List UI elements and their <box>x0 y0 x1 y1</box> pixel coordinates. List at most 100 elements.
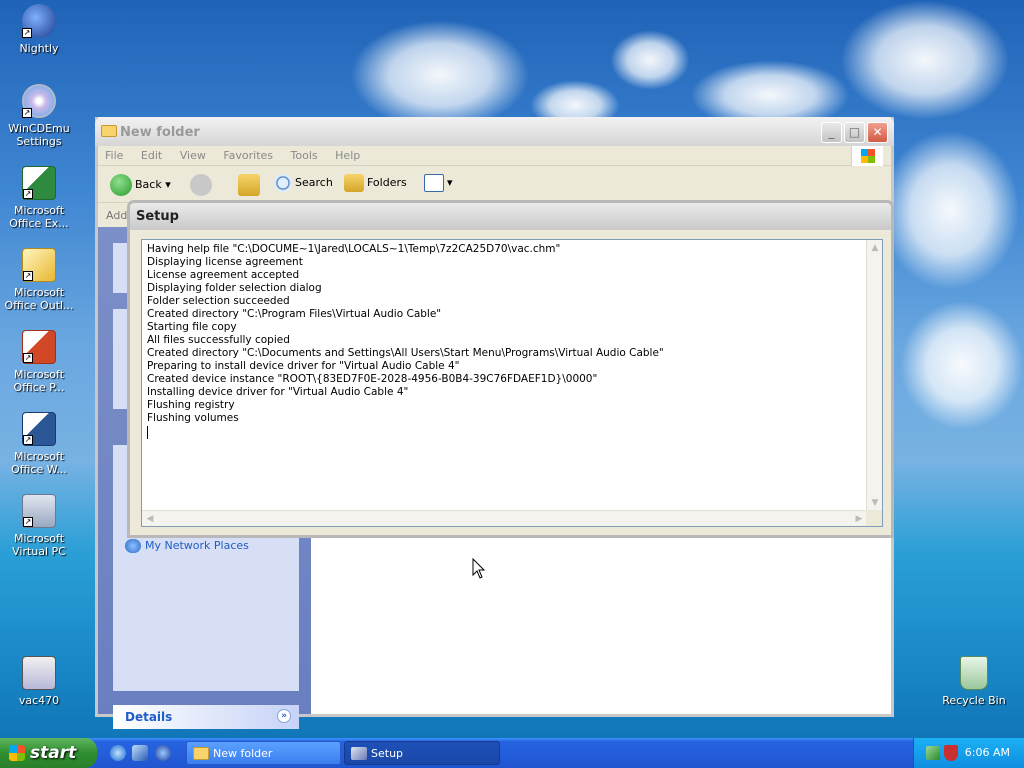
explorer-title-bar[interactable]: New folder _ □ ✕ <box>95 117 894 146</box>
explorer-title: New folder <box>120 125 200 140</box>
desktop-icon-wincdemu[interactable]: ↗ WinCDEmu Settings <box>1 84 77 148</box>
log-line: Displaying folder selection dialog <box>147 282 322 294</box>
clock[interactable]: 6:06 AM <box>965 746 1010 759</box>
media-player-quicklaunch-icon[interactable] <box>155 745 171 761</box>
desktop-icon-vac470[interactable]: vac470 <box>1 656 77 707</box>
minimize-button[interactable]: _ <box>821 122 842 143</box>
log-line: Created directory "C:\Documents and Sett… <box>147 347 664 359</box>
desktop-icon-label: Microsoft <box>13 286 65 299</box>
windows-logo-icon <box>851 146 883 166</box>
log-line: Having help file "C:\DOCUME~1\Jared\LOCA… <box>147 243 561 255</box>
vertical-scrollbar[interactable]: ▲ ▼ <box>866 240 882 511</box>
log-line: License agreement accepted <box>147 269 300 281</box>
menu-tools[interactable]: Tools <box>284 146 325 165</box>
network-tray-icon[interactable] <box>926 746 940 760</box>
desktop-icon-label: Microsoft <box>13 368 65 381</box>
back-label: Back <box>135 178 162 191</box>
desktop-icon-word[interactable]: ↗ Microsoft Office W... <box>1 412 77 476</box>
show-desktop-quicklaunch-icon[interactable] <box>132 745 148 761</box>
taskbar: start New folder Setup 6:06 AM <box>0 738 1024 768</box>
log-line: Created device instance "ROOT\{83ED7F0E-… <box>147 373 598 385</box>
log-lines: Having help file "C:\DOCUME~1\Jared\LOCA… <box>147 243 865 511</box>
desktop-icon-label: Microsoft <box>13 450 65 463</box>
maximize-button[interactable]: □ <box>844 122 865 143</box>
system-tray: 6:06 AM <box>913 738 1024 768</box>
folder-icon <box>101 125 117 137</box>
computer-icon: ↗ <box>22 494 56 528</box>
scroll-left-icon[interactable]: ◀ <box>142 511 158 527</box>
folder-icon <box>193 747 209 760</box>
folders-icon <box>344 174 364 192</box>
scroll-down-icon[interactable]: ▼ <box>867 495 883 511</box>
log-line: Starting file copy <box>147 321 237 333</box>
up-folder-button[interactable] <box>238 174 263 196</box>
network-icon <box>125 539 141 553</box>
desktop-icon-label: Microsoft <box>13 204 65 217</box>
start-button[interactable]: start <box>0 738 97 768</box>
scroll-up-icon[interactable]: ▲ <box>867 240 883 256</box>
desktop-icon-virtual-pc[interactable]: ↗ Microsoft Virtual PC <box>1 494 77 558</box>
menu-help[interactable]: Help <box>328 146 367 165</box>
desktop-icon-powerpoint[interactable]: ↗ Microsoft Office P... <box>1 330 77 394</box>
desktop-icon-nightly[interactable]: ↗ Nightly <box>1 4 77 55</box>
taskbar-item-new-folder[interactable]: New folder <box>186 741 341 765</box>
forward-arrow-icon <box>190 174 212 196</box>
network-places-label: My Network Places <box>145 539 249 552</box>
details-panel-header[interactable]: Details » <box>113 705 299 729</box>
powerpoint-icon: ↗ <box>22 330 56 364</box>
close-button[interactable]: ✕ <box>867 122 888 143</box>
setup-log[interactable]: Having help file "C:\DOCUME~1\Jared\LOCA… <box>141 239 883 527</box>
views-icon <box>424 174 444 192</box>
desktop-icon-label: Office Outl... <box>4 299 74 312</box>
desktop-icon-label: Office Ex... <box>9 217 69 230</box>
taskbar-item-label: Setup <box>371 747 404 760</box>
forward-button[interactable] <box>190 174 215 196</box>
word-icon: ↗ <box>22 412 56 446</box>
desktop-icon-label: Settings <box>16 135 62 148</box>
taskbar-item-setup[interactable]: Setup <box>344 741 500 765</box>
details-label: Details <box>125 710 173 724</box>
search-button[interactable]: Search <box>274 174 333 192</box>
cloud <box>610 30 690 90</box>
toolbar: Back ▾ Search Folders ▾ <box>98 167 891 203</box>
desktop-icon-label: Office W... <box>11 463 67 476</box>
scroll-right-icon[interactable]: ▶ <box>851 511 867 527</box>
menu-edit[interactable]: Edit <box>134 146 169 165</box>
desktop-icon-outlook[interactable]: ↗ Microsoft Office Outl... <box>1 248 77 312</box>
log-line: Displaying license agreement <box>147 256 303 268</box>
log-line: Created directory "C:\Program Files\Virt… <box>147 308 442 320</box>
menu-bar: File Edit View Favorites Tools Help <box>98 146 891 166</box>
mouse-cursor-icon <box>472 558 486 579</box>
horizontal-scrollbar[interactable]: ◀ ▶ <box>142 510 867 526</box>
folders-button[interactable]: Folders <box>344 174 407 192</box>
setup-title-bar[interactable]: Setup <box>130 203 891 230</box>
menu-favorites[interactable]: Favorites <box>216 146 280 165</box>
desktop-icon-recycle-bin[interactable]: Recycle Bin <box>936 656 1012 707</box>
views-button[interactable]: ▾ <box>424 174 453 192</box>
scrollbar-corner <box>866 510 882 526</box>
cloud <box>840 0 1010 120</box>
menu-view[interactable]: View <box>173 146 213 165</box>
setup-dialog: Setup Having help file "C:\DOCUME~1\Jare… <box>127 200 894 538</box>
firefox-nightly-icon: ↗ <box>22 4 56 38</box>
outlook-icon: ↗ <box>22 248 56 282</box>
desktop-icon-label: Office P... <box>13 381 65 394</box>
ie-quicklaunch-icon[interactable] <box>110 745 126 761</box>
desktop-icon-excel[interactable]: ↗ Microsoft Office Ex... <box>1 166 77 230</box>
back-arrow-icon <box>110 174 132 196</box>
text-caret <box>147 426 148 439</box>
back-button[interactable]: Back ▾ <box>110 174 171 196</box>
desktop-icon-label: vac470 <box>18 694 60 707</box>
archive-icon <box>22 656 56 690</box>
log-line: Installing device driver for "Virtual Au… <box>147 386 409 398</box>
cloud <box>350 20 530 130</box>
log-line: All files successfully copied <box>147 334 290 346</box>
chevron-down-icon[interactable]: » <box>277 709 291 723</box>
log-line: Preparing to install device driver for "… <box>147 360 460 372</box>
desktop-icon-label: Virtual PC <box>12 545 66 558</box>
menu-file[interactable]: File <box>98 146 130 165</box>
desktop-icon-label: WinCDEmu <box>8 122 70 135</box>
setup-title: Setup <box>136 209 179 224</box>
network-places-link[interactable]: My Network Places <box>125 539 249 553</box>
security-shield-icon[interactable] <box>944 745 958 761</box>
